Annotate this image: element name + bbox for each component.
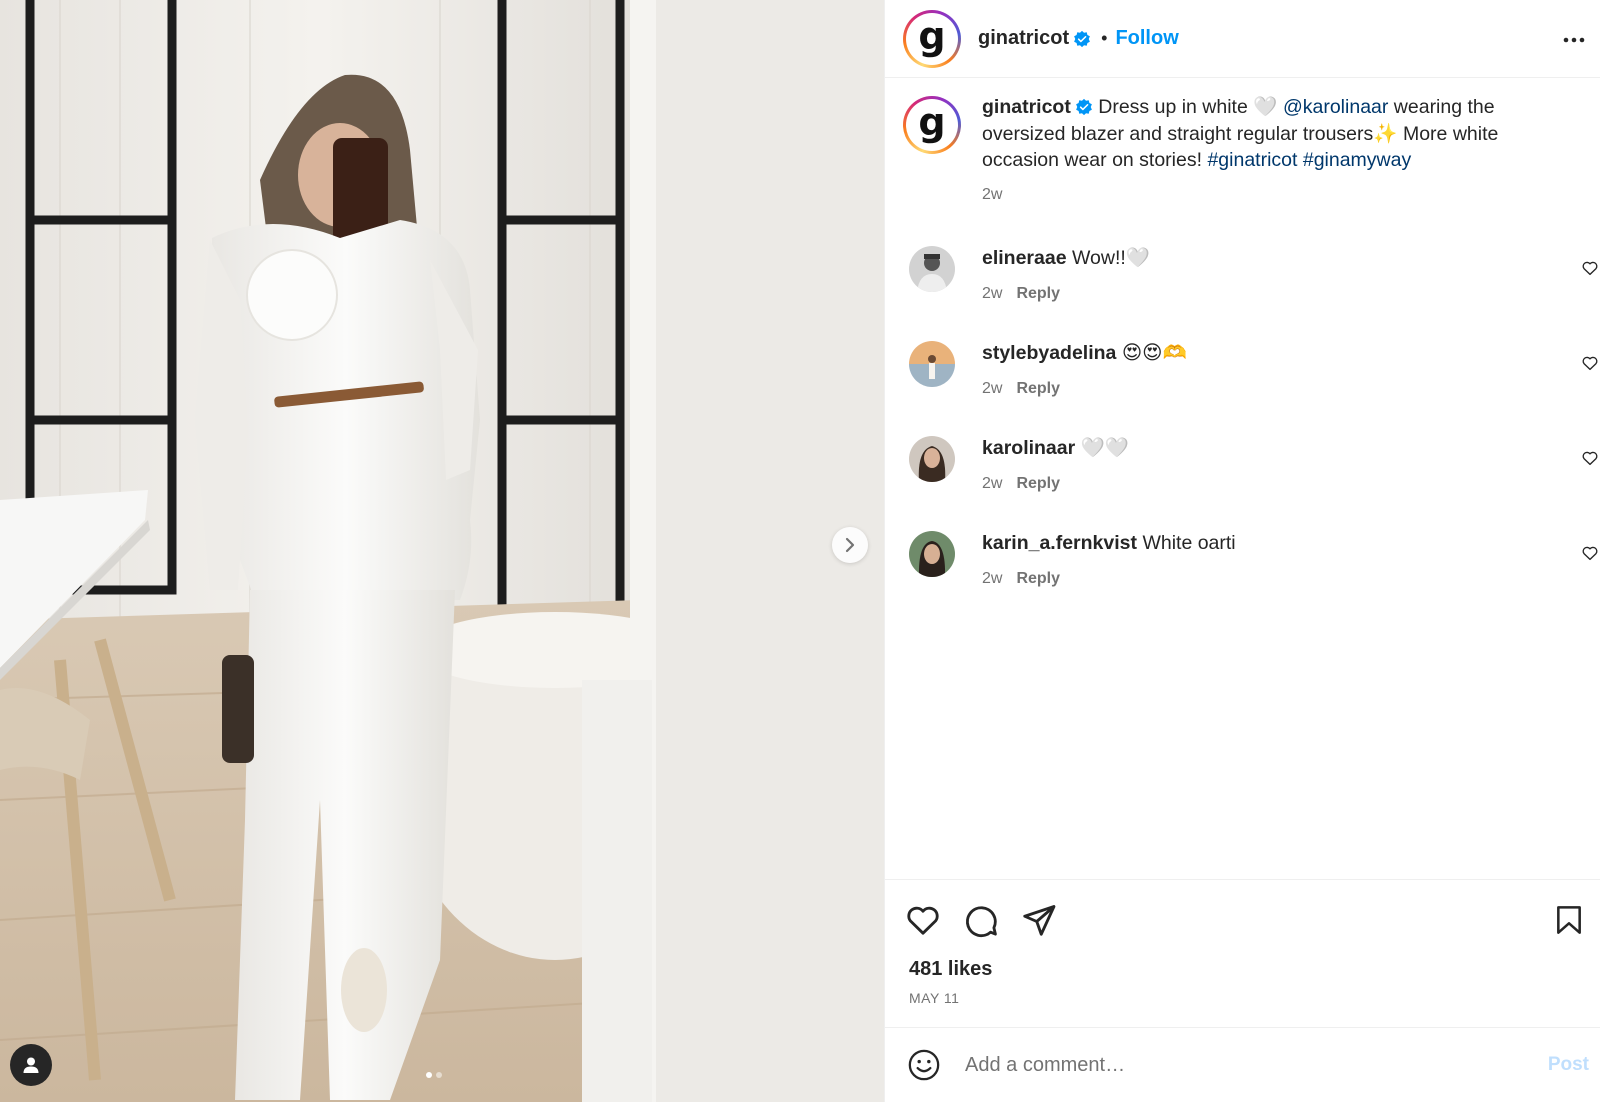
likes-count[interactable]: 481 likes (909, 958, 992, 981)
post-header: g ginatricot • Follow (885, 0, 1600, 78)
caption-avatar[interactable]: g (903, 96, 961, 154)
comment-like-icon[interactable] (1581, 544, 1599, 562)
comment-text-line: elineraae Wow!!🤍 (982, 245, 1150, 271)
post-date[interactable]: MAY 11 (909, 990, 959, 1006)
verified-badge-icon (1074, 30, 1090, 47)
commenter-avatar[interactable] (909, 341, 955, 387)
caption-mention[interactable]: @karolinaar (1283, 96, 1388, 118)
comment-meta: 2w Reply (982, 471, 1129, 497)
avatar-image (909, 341, 955, 387)
caption-meta: 2w (982, 182, 1562, 209)
reply-button[interactable]: Reply (1016, 380, 1060, 397)
comment-item: karin_a.fernkvist White oarti 2w Reply (885, 530, 1600, 625)
caption-text-part: Dress up in white 🤍 (1092, 96, 1283, 118)
comment-text: 😍😍🫶 (1121, 342, 1187, 364)
post-modal: g ginatricot • Follow g ginatricot Dress… (0, 0, 1600, 1102)
caption-time[interactable]: 2w (982, 186, 1002, 203)
post-actions: 481 likes MAY 11 (885, 879, 1600, 1027)
comment-body: karin_a.fernkvist White oarti 2w Reply (982, 530, 1236, 625)
reply-button[interactable]: Reply (1016, 570, 1060, 587)
comment-item: elineraae Wow!!🤍 2w Reply (885, 245, 1600, 340)
comment-body: stylebyadelina 😍😍🫶 2w Reply (982, 340, 1187, 435)
caption-hashtag[interactable]: #ginamyway (1303, 149, 1411, 171)
comment-like-icon[interactable] (1581, 354, 1599, 372)
comment-text-line: karolinaar 🤍🤍 (982, 435, 1129, 461)
comment-text-line: karin_a.fernkvist White oarti (982, 530, 1236, 556)
post-caption: g ginatricot Dress up in white 🤍 @karoli… (885, 78, 1600, 208)
reply-button[interactable]: Reply (1016, 285, 1060, 302)
chevron-right-icon (845, 537, 855, 553)
comment-username[interactable]: karin_a.fernkvist (982, 532, 1137, 554)
caption-body: ginatricot Dress up in white 🤍 @karolina… (982, 96, 1562, 208)
comment-like-icon[interactable] (1581, 449, 1599, 467)
comment-username[interactable]: karolinaar (982, 437, 1075, 459)
carousel-dot-active (426, 1072, 432, 1078)
separator-dot: • (1101, 28, 1108, 48)
post-photo[interactable] (0, 0, 884, 1102)
author-avatar[interactable]: g (903, 9, 961, 68)
avatar-inner: g (906, 12, 958, 65)
follow-button[interactable]: Follow (1115, 27, 1178, 50)
comment-meta: 2w Reply (982, 376, 1187, 402)
carousel-indicator (426, 1072, 442, 1078)
comment-input[interactable] (965, 1053, 1525, 1077)
comment-text: 🤍🤍 (1080, 437, 1130, 459)
comment-like-icon[interactable] (1581, 259, 1599, 277)
bookmark-icon[interactable] (1553, 902, 1585, 938)
comment-time[interactable]: 2w (982, 285, 1002, 302)
comment-body: elineraae Wow!!🤍 2w Reply (982, 245, 1150, 340)
next-photo-button[interactable] (832, 527, 868, 563)
comment-meta: 2w Reply (982, 281, 1150, 307)
more-options-icon[interactable] (1562, 28, 1586, 52)
commenter-avatar[interactable] (909, 246, 955, 292)
caption-text: ginatricot Dress up in white 🤍 @karolina… (982, 94, 1562, 174)
comment-time[interactable]: 2w (982, 380, 1002, 397)
comment-time[interactable]: 2w (982, 475, 1002, 492)
action-icons (905, 902, 1057, 938)
comment-icon[interactable] (963, 902, 999, 938)
caption-hashtag[interactable]: #ginatricot (1207, 149, 1297, 171)
user-icon (23, 1057, 39, 1073)
avatar-image (909, 436, 955, 482)
comment-time[interactable]: 2w (982, 570, 1002, 587)
avatar-image (909, 246, 955, 292)
commenter-avatar[interactable] (909, 436, 955, 482)
post-comment-button[interactable]: Post (1548, 1054, 1589, 1076)
avatar-letter: g (918, 100, 946, 144)
author-username[interactable]: ginatricot (978, 27, 1069, 50)
comment-username[interactable]: elineraae (982, 247, 1067, 269)
comment-text: Wow!!🤍 (1071, 247, 1151, 269)
carousel-dot (436, 1072, 442, 1078)
caption-username[interactable]: ginatricot (982, 96, 1071, 118)
avatar-letter: g (918, 13, 946, 58)
share-icon[interactable] (1021, 902, 1057, 938)
comment-body: karolinaar 🤍🤍 2w Reply (982, 435, 1129, 530)
comment-text-line: stylebyadelina 😍😍🫶 (982, 340, 1187, 366)
comment-username[interactable]: stylebyadelina (982, 342, 1116, 364)
add-comment-bar: Post (885, 1027, 1600, 1102)
heart-icon[interactable] (905, 902, 941, 938)
verified-badge-icon (1075, 98, 1092, 116)
commenter-avatar[interactable] (909, 531, 955, 577)
emoji-icon[interactable] (907, 1048, 941, 1082)
reply-button[interactable]: Reply (1016, 475, 1060, 492)
post-side-panel: g ginatricot • Follow g ginatricot Dress… (884, 0, 1600, 1102)
comment-text: White oarti (1142, 532, 1236, 554)
avatar-image (909, 531, 955, 577)
photo-scene (0, 0, 884, 1102)
comment-meta: 2w Reply (982, 566, 1236, 592)
comments-list[interactable]: g ginatricot Dress up in white 🤍 @karoli… (885, 78, 1600, 879)
avatar-inner: g (906, 99, 958, 151)
comment-item: karolinaar 🤍🤍 2w Reply (885, 435, 1600, 530)
comment-item: stylebyadelina 😍😍🫶 2w Reply (885, 340, 1600, 435)
tagged-users-button[interactable] (10, 1044, 52, 1086)
